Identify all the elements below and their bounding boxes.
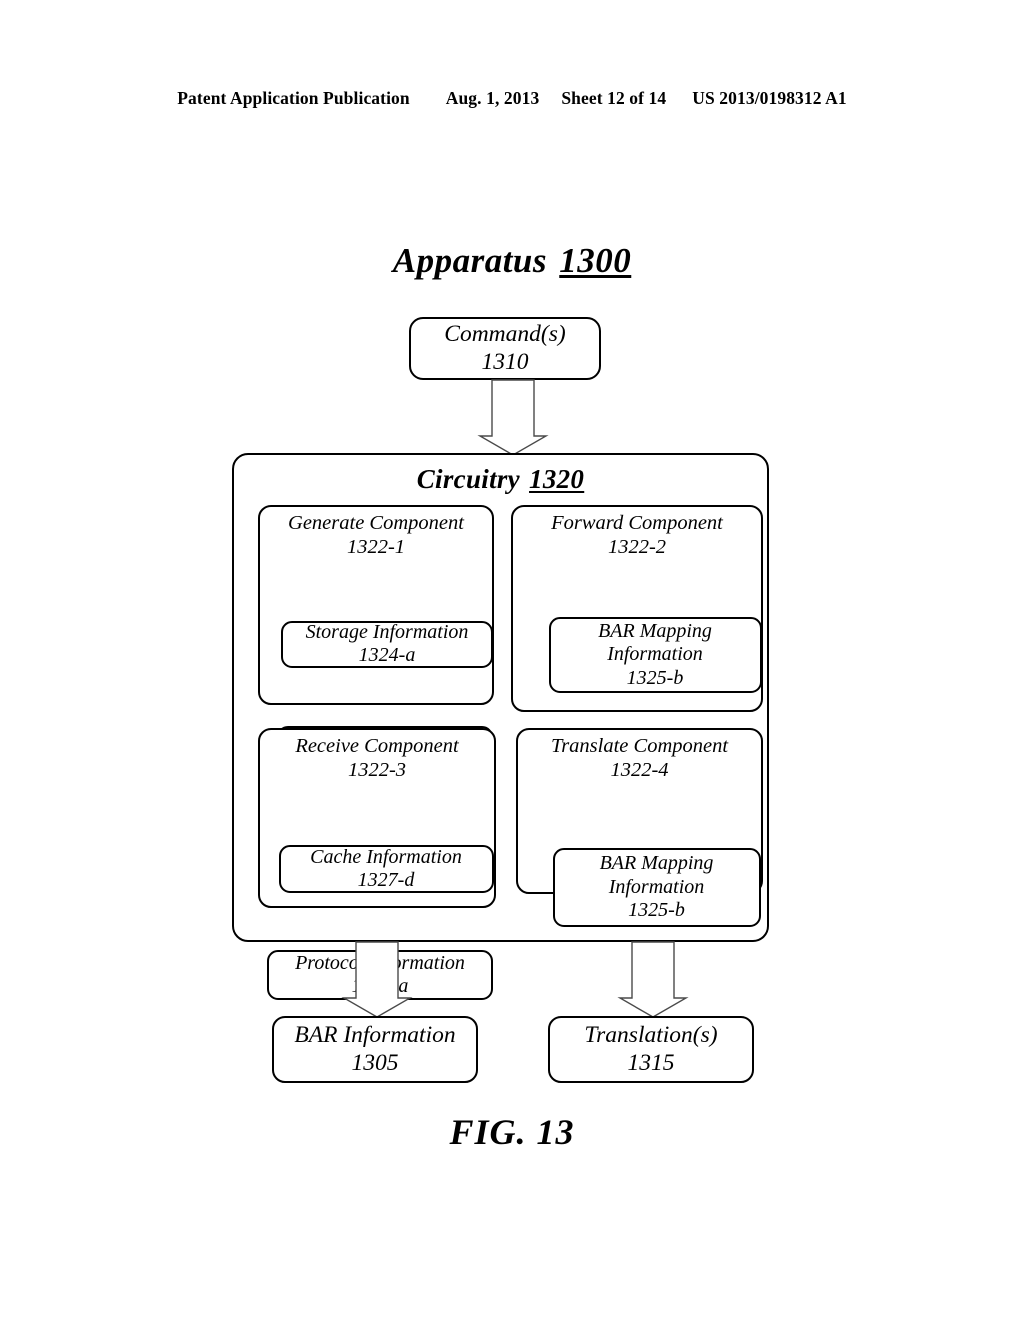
translate-component-box: Translate Component 1322-4 BAR Mapping I… bbox=[516, 728, 763, 927]
bar-information-label: BAR Information bbox=[294, 1022, 456, 1049]
bar-mapping-number: 1325-b bbox=[626, 666, 684, 689]
receive-component-name: Receive Component bbox=[295, 735, 459, 757]
circuitry-title: Circuitry 1320 bbox=[417, 464, 584, 495]
translations-box: Translation(s) 1315 bbox=[548, 1016, 754, 1083]
command-box-number: 1310 bbox=[481, 348, 529, 375]
forward-component-number: 1322-2 bbox=[607, 535, 667, 558]
translate-component-number: 1322-4 bbox=[610, 758, 669, 781]
storage-information-box: Storage Information 1324-a bbox=[281, 620, 493, 668]
generate-component-number: 1322-1 bbox=[346, 535, 406, 558]
arrow-circuitry-to-bar-information bbox=[341, 941, 413, 1018]
bar-mapping-information-box: BAR Mapping Information 1325-b bbox=[548, 616, 762, 693]
generate-component-box: Generate Component 1322-1 Storage Inform… bbox=[258, 505, 494, 798]
header-publication: Patent Application Publication bbox=[177, 88, 410, 108]
figure-title-number: 1300 bbox=[559, 241, 632, 280]
generate-component-header: Generate Component 1322-1 bbox=[288, 512, 464, 560]
receive-component-header: Receive Component 1322-3 bbox=[295, 735, 458, 783]
page-header: Patent Application Publication Aug. 1, 2… bbox=[0, 88, 1024, 109]
circuitry-title-text: Circuitry bbox=[416, 464, 520, 494]
command-box-label: Command(s) bbox=[444, 321, 566, 348]
receive-component-number: 1322-3 bbox=[347, 758, 407, 781]
bar-mapping-information-box: BAR Mapping Information 1325-b bbox=[552, 847, 761, 927]
figure-caption: FIG. 13 bbox=[449, 1112, 575, 1152]
forward-component-name: Forward Component bbox=[551, 512, 723, 534]
arrow-command-to-circuitry bbox=[477, 379, 549, 456]
translate-component-header: Translate Component 1322-4 bbox=[551, 735, 728, 783]
cache-information-box: Cache Information 1327-d bbox=[278, 844, 494, 893]
command-box: Command(s) 1310 bbox=[409, 317, 601, 380]
figure-title: Apparatus 1300 bbox=[0, 241, 1024, 281]
bar-mapping-label-line2: Information bbox=[608, 875, 705, 898]
bar-mapping-label-line2: Information bbox=[607, 643, 703, 666]
storage-information-number: 1324-a bbox=[358, 644, 416, 667]
figure-title-text: Apparatus bbox=[392, 241, 548, 280]
storage-information-label: Storage Information bbox=[305, 621, 469, 644]
circuitry-title-number: 1320 bbox=[529, 464, 585, 494]
cache-information-number: 1327-d bbox=[357, 868, 415, 891]
arrow-circuitry-to-translations bbox=[617, 941, 689, 1018]
forward-component-header: Forward Component 1322-2 bbox=[551, 512, 723, 560]
forward-component-box: Forward Component 1322-2 BAR Mapping Inf… bbox=[511, 505, 763, 827]
bar-mapping-label-line1: BAR Mapping bbox=[598, 619, 712, 642]
translations-label: Translation(s) bbox=[584, 1022, 718, 1049]
generate-component-name: Generate Component bbox=[288, 512, 464, 534]
bar-mapping-number: 1325-b bbox=[628, 899, 685, 922]
header-sheet: Sheet 12 of 14 bbox=[561, 88, 667, 108]
bar-information-box: BAR Information 1305 bbox=[272, 1016, 478, 1083]
bar-mapping-label-line1: BAR Mapping bbox=[599, 852, 714, 875]
bar-information-number: 1305 bbox=[351, 1049, 399, 1076]
receive-component-box: Receive Component 1322-3 Cache Informati… bbox=[258, 728, 496, 1000]
header-patent-number: US 2013/0198312 A1 bbox=[692, 88, 847, 108]
header-date: Aug. 1, 2013 bbox=[445, 88, 540, 108]
cache-information-label: Cache Information bbox=[310, 845, 462, 868]
translations-number: 1315 bbox=[627, 1049, 675, 1076]
translate-component-name: Translate Component bbox=[550, 735, 729, 757]
